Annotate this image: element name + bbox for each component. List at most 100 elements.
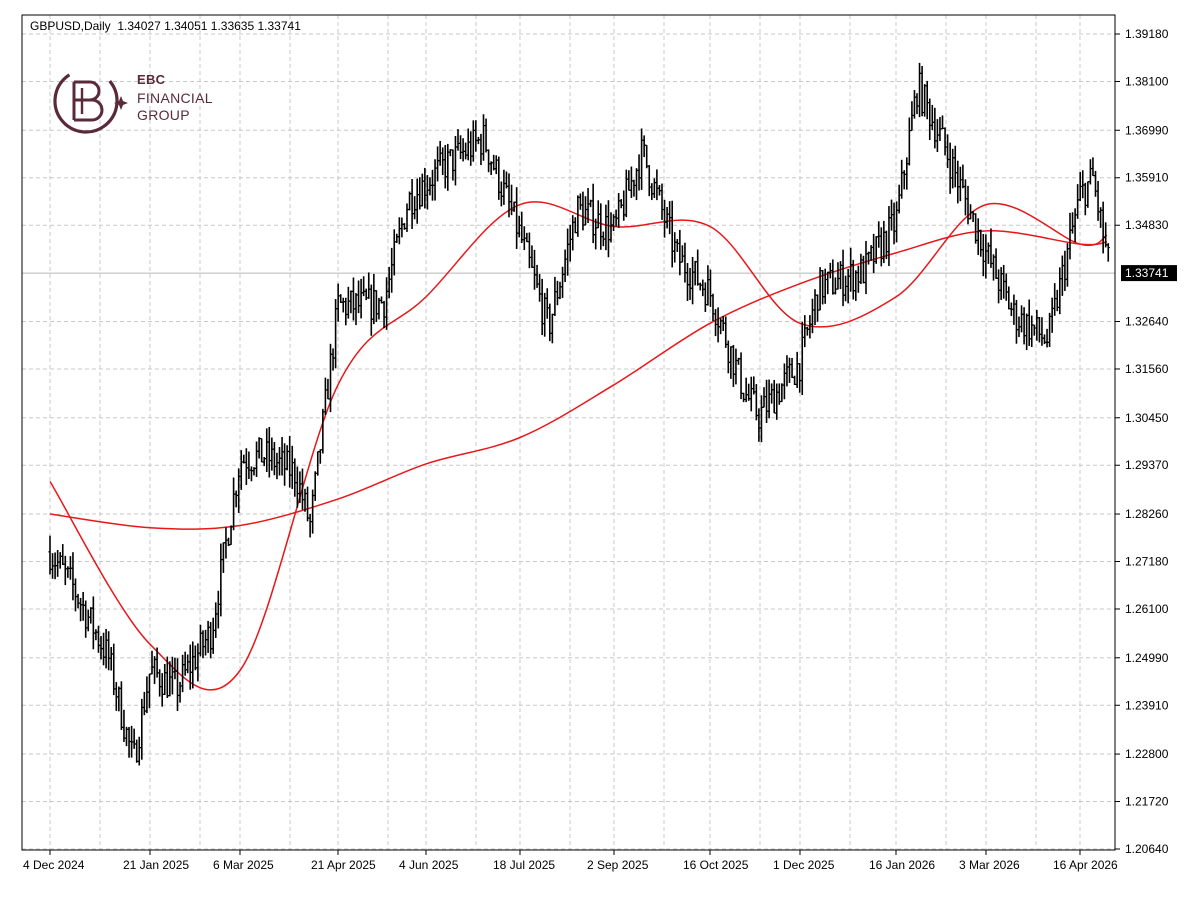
- ohlc-bar: [137, 736, 141, 766]
- y-tick-label: 1.28260: [1125, 507, 1169, 521]
- ohlc-bar: [864, 240, 868, 295]
- x-tick-label: 4 Jun 2025: [399, 858, 459, 872]
- ohlc-bar: [627, 170, 631, 191]
- ohlc-bar: [550, 313, 554, 344]
- ohlc-bar: [764, 379, 769, 423]
- ohlc-bar: [770, 383, 774, 404]
- ohlc-bar: [300, 468, 305, 510]
- ohlc-bar: [145, 676, 149, 714]
- ohlc-bar: [181, 654, 185, 693]
- ohlc-bar: [856, 265, 860, 293]
- ohlc-bar: [624, 169, 628, 218]
- ohlc-bar: [341, 297, 345, 313]
- ohlc-bar: [907, 117, 911, 166]
- ohlc-bar: [647, 165, 651, 197]
- ohlc-bar: [1086, 181, 1090, 208]
- ohlc-bar: [280, 436, 284, 476]
- symbol-label: GBPUSD,Daily: [30, 19, 111, 33]
- ohlc-bar: [844, 275, 848, 302]
- ohlc-bar: [979, 229, 983, 257]
- price-chart[interactable]: 1.39180 1.38100 1.36990 1.35910 1.34830 1.337…: [0, 0, 1200, 896]
- ohlc-bar: [897, 184, 901, 214]
- ohlc-bar: [1063, 250, 1067, 291]
- ohlc-bar: [89, 607, 93, 624]
- ohlc-bar: [272, 442, 276, 476]
- ohlc-bar: [742, 392, 746, 403]
- ohlc-bar: [578, 193, 582, 210]
- ohlc-bar: [660, 183, 664, 220]
- ohlc-bar: [525, 232, 529, 243]
- ohlc-bar: [481, 114, 486, 161]
- ohlc-bar: [713, 309, 718, 337]
- ohlc-bar: [1004, 273, 1008, 301]
- moving-average-slow-line: [49, 230, 1108, 530]
- ohlc-bar: [678, 229, 682, 276]
- y-tick-label: 1.29370: [1125, 458, 1169, 472]
- ohlc-bar: [1070, 212, 1075, 234]
- ohlc-bar: [1101, 201, 1105, 254]
- ohlc-bar: [147, 673, 152, 709]
- ohlc-bar: [423, 167, 427, 209]
- ohlc-bar: [701, 279, 705, 297]
- ohlc-bar: [836, 262, 840, 290]
- ohlc-bar: [349, 290, 353, 314]
- ohlc-bar: [958, 166, 962, 202]
- ohlc-bar: [920, 65, 924, 117]
- y-tick-label: 1.23910: [1125, 698, 1169, 712]
- x-tick-label: 16 Jan 2026: [869, 858, 935, 872]
- ohlc-bar: [810, 298, 815, 334]
- ohlc-bar: [568, 224, 572, 262]
- ohlc-bar: [925, 80, 929, 120]
- ohlc-bar: [224, 527, 228, 559]
- ohlc-bar: [866, 251, 871, 265]
- ohlc-bar: [206, 620, 210, 653]
- ohlc-bar: [553, 276, 557, 316]
- ohlc-bar: [912, 90, 917, 119]
- ohlc-bar: [456, 129, 460, 151]
- ohlc-bar: [1060, 255, 1064, 296]
- ohlc-bar: [798, 363, 802, 393]
- x-tick-label: 18 Jul 2025: [493, 858, 555, 872]
- ohlc-bar: [683, 242, 687, 283]
- ohlc-bar: [933, 107, 937, 149]
- ohlc-bar: [685, 263, 690, 302]
- ohlc-bar: [285, 445, 289, 471]
- ohlc-bar: [196, 643, 200, 682]
- ohlc-bar: [716, 307, 720, 343]
- ohlc-bar: [1096, 180, 1100, 221]
- ohlc-bar: [711, 293, 715, 322]
- ohlc-bar: [336, 283, 340, 322]
- ohlc-bar: [892, 202, 896, 245]
- ohlc-bar: [413, 196, 417, 220]
- axis-labels: 1.39180 1.38100 1.36990 1.35910 1.34830 1.337…: [23, 27, 1177, 872]
- ohlc-bar: [1068, 212, 1072, 260]
- ohlc-bar: [277, 447, 282, 476]
- ohlc-bar: [79, 597, 83, 622]
- ohlc-bar: [655, 169, 659, 201]
- ohlc-bar: [446, 143, 450, 191]
- ohlc-bar: [555, 280, 560, 306]
- ohlc-bar: [372, 273, 376, 325]
- last-price-value: 1.33741: [1125, 266, 1169, 280]
- moving-averages: [49, 201, 1108, 691]
- ohlc-bar: [305, 486, 310, 522]
- ohlc-bar: [703, 282, 707, 312]
- ohlc-bar: [708, 269, 713, 307]
- ohlc-bar: [780, 383, 784, 403]
- ohlc-bar: [211, 617, 215, 654]
- ohlc-bar: [313, 471, 317, 501]
- ohlc-bar: [560, 266, 565, 298]
- ohlc-bar: [953, 145, 957, 188]
- ohlc-bar: [101, 632, 106, 666]
- ohlc-bar: [846, 268, 850, 304]
- ohlc-bar: [902, 170, 906, 190]
- ohlc-bar: [532, 249, 537, 290]
- ohlc-bar: [622, 190, 626, 221]
- ohlc-bar: [458, 135, 463, 160]
- ohlc-bar: [346, 286, 350, 319]
- ohlc-bar: [629, 166, 633, 198]
- ohlc-bar: [1032, 324, 1036, 336]
- last-price-tag: 1.33741: [1121, 265, 1177, 282]
- ohlc-bar: [515, 187, 519, 249]
- ohlc-bar: [91, 596, 95, 650]
